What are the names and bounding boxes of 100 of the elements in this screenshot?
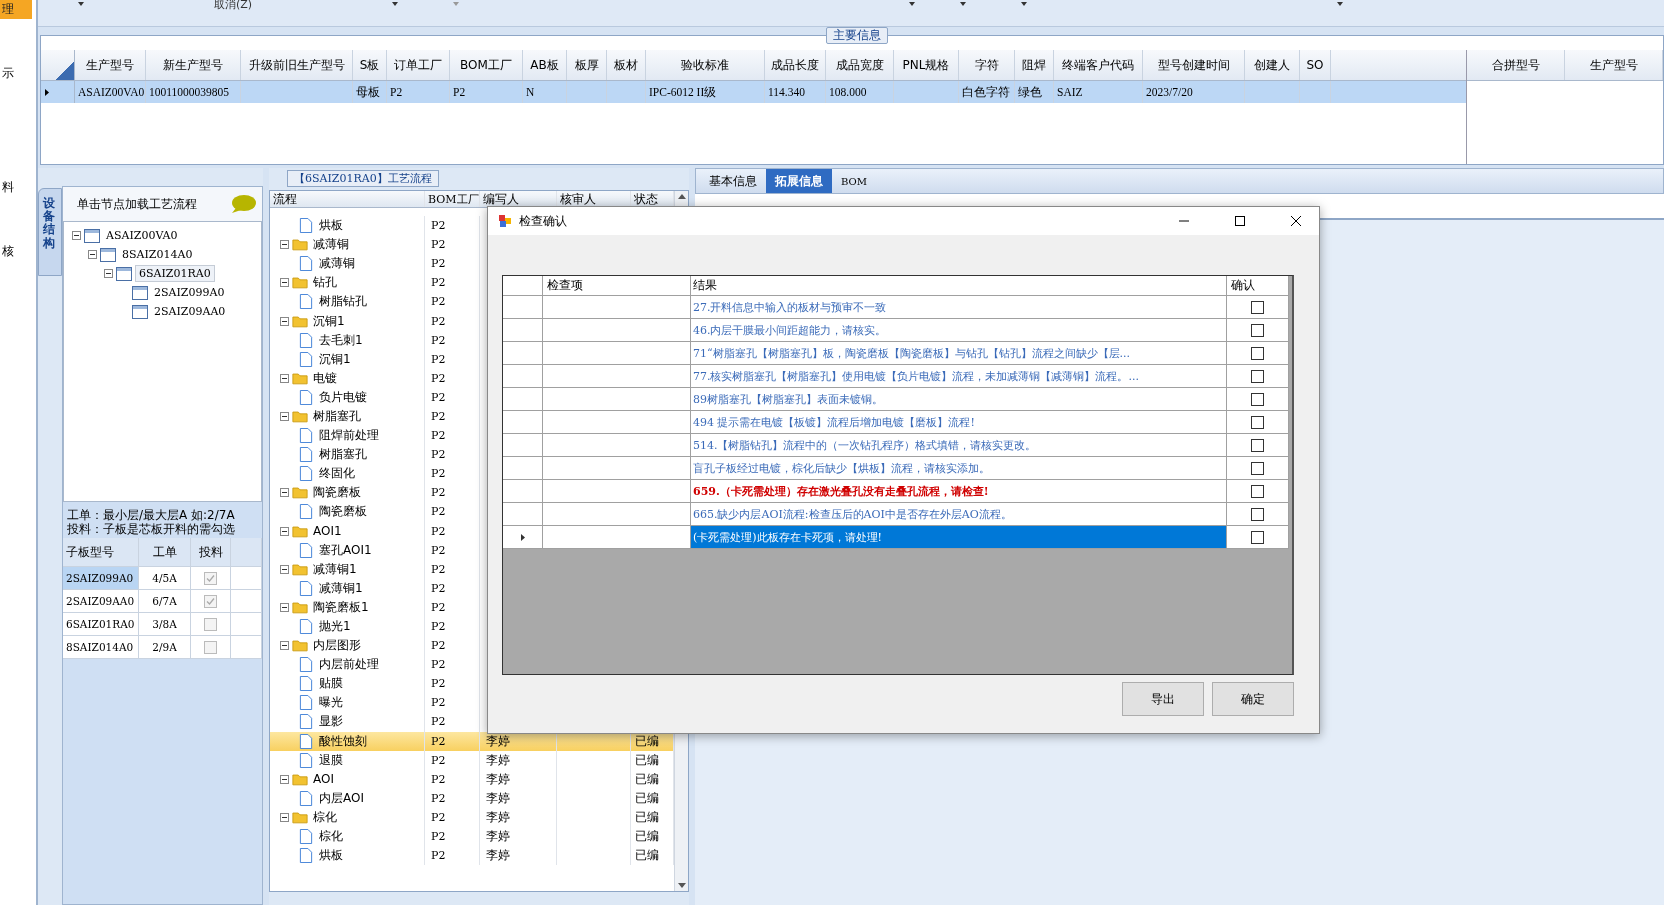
caret-icon[interactable] bbox=[909, 2, 916, 6]
column-header[interactable]: 投料 bbox=[191, 538, 231, 567]
maximize-icon[interactable] bbox=[1234, 215, 1246, 227]
checkbox[interactable] bbox=[204, 617, 217, 631]
column-header[interactable]: 阻焊 bbox=[1015, 50, 1054, 80]
nav-item[interactable]: 核 bbox=[0, 242, 16, 261]
collapse-icon[interactable] bbox=[104, 269, 113, 278]
table-row[interactable]: ASAIZ00VA0 10011000039805 母板 P2 P2 N IPC-6012 II级 114.340 108.000 白色字符 绿色 SAIZ 2023/7/20 bbox=[41, 81, 1466, 103]
tree-node[interactable]: 6SAIZ01RA0 bbox=[135, 265, 215, 282]
scroll-down-icon[interactable] bbox=[677, 883, 686, 888]
table-cell: P2 bbox=[425, 406, 480, 427]
dialog-button[interactable]: 确定 bbox=[1212, 682, 1294, 716]
column-header[interactable]: 成品宽度 bbox=[826, 50, 894, 80]
collapse-icon[interactable] bbox=[280, 240, 289, 250]
checkbox[interactable] bbox=[1251, 323, 1264, 337]
process-row[interactable]: AOI P2 李婷 已编 bbox=[270, 769, 674, 789]
column-header[interactable]: 工单 bbox=[139, 538, 191, 567]
column-header[interactable]: AB板 bbox=[523, 50, 567, 80]
tab[interactable]: 拓展信息 bbox=[766, 169, 832, 193]
column-header[interactable]: 字符 bbox=[959, 50, 1015, 80]
column-header[interactable]: 板厚 bbox=[567, 50, 607, 80]
collapse-icon[interactable] bbox=[280, 412, 289, 421]
column-header[interactable]: 生产型号 bbox=[1565, 50, 1663, 80]
caret-icon[interactable] bbox=[960, 2, 967, 6]
collapse-icon[interactable] bbox=[280, 774, 289, 784]
checkbox[interactable] bbox=[1251, 461, 1264, 475]
close-icon[interactable] bbox=[1290, 215, 1302, 227]
checkbox[interactable] bbox=[1251, 530, 1264, 544]
column-header[interactable]: 成品长度 bbox=[765, 50, 826, 80]
dialog-button[interactable]: 导出 bbox=[1122, 682, 1204, 716]
column-header[interactable]: 生产型号 bbox=[75, 50, 146, 80]
column-header[interactable]: PNL规格 bbox=[894, 50, 959, 80]
collapse-icon[interactable] bbox=[280, 278, 289, 288]
table-cell[interactable]: 2SAIZ099A0 bbox=[63, 567, 139, 590]
column-header[interactable]: 升级前旧生产型号 bbox=[241, 50, 353, 80]
checkbox[interactable] bbox=[204, 640, 217, 654]
collapse-icon[interactable] bbox=[280, 316, 289, 326]
tree-node[interactable]: 8SAIZ014A0 bbox=[119, 247, 196, 262]
table-cell[interactable]: 8SAIZ014A0 bbox=[63, 636, 139, 659]
column-header[interactable]: SO bbox=[1300, 50, 1331, 80]
process-row[interactable]: 棕化 P2 李婷 已编 bbox=[270, 827, 674, 847]
column-header[interactable]: 流程 bbox=[270, 191, 425, 207]
checkbox[interactable] bbox=[1251, 438, 1264, 452]
checkbox[interactable] bbox=[1251, 507, 1264, 521]
tab[interactable]: 基本信息 bbox=[700, 169, 766, 193]
nav-item[interactable]: 料 bbox=[0, 178, 16, 197]
document-icon bbox=[298, 619, 314, 634]
checkbox[interactable] bbox=[1251, 300, 1264, 314]
collapse-icon[interactable] bbox=[280, 641, 289, 651]
column-header[interactable]: 订单工厂 bbox=[387, 50, 450, 80]
tree-node[interactable]: 2SAIZ09AA0 bbox=[151, 304, 229, 319]
column-header[interactable]: BOM工厂 bbox=[425, 191, 480, 207]
checkbox[interactable] bbox=[1251, 346, 1264, 360]
collapse-icon[interactable] bbox=[72, 231, 81, 240]
process-row[interactable]: 棕化 P2 李婷 已编 bbox=[270, 807, 674, 827]
collapse-icon[interactable] bbox=[280, 564, 289, 574]
table-cell[interactable]: 2SAIZ09AA0 bbox=[63, 590, 139, 613]
process-row[interactable]: 退膜 P2 李婷 已编 bbox=[270, 750, 674, 770]
caret-icon[interactable] bbox=[392, 2, 399, 6]
collapse-icon[interactable] bbox=[280, 488, 289, 498]
caret-icon[interactable] bbox=[1337, 2, 1344, 6]
row-header[interactable] bbox=[503, 526, 543, 549]
column-header[interactable]: 型号创建时间 bbox=[1143, 50, 1245, 80]
checkbox[interactable] bbox=[1251, 415, 1264, 429]
checkbox[interactable] bbox=[1251, 484, 1264, 498]
checkbox[interactable] bbox=[204, 571, 217, 585]
collapse-icon[interactable] bbox=[280, 812, 289, 822]
document-icon bbox=[298, 351, 314, 367]
process-name: 负片电镀 bbox=[318, 388, 367, 406]
process-row[interactable]: 烘板 P2 李婷 已编 bbox=[270, 846, 674, 866]
document-icon bbox=[298, 657, 314, 673]
column-header[interactable]: 创建人 bbox=[1245, 50, 1300, 80]
process-row[interactable]: 酸性蚀刻 P2 李婷 已编 bbox=[270, 731, 674, 751]
column-header[interactable]: 验收标准 bbox=[646, 50, 765, 80]
scroll-up-icon[interactable] bbox=[677, 194, 686, 199]
caret-icon[interactable] bbox=[78, 2, 84, 6]
column-header[interactable]: S板 bbox=[353, 50, 387, 80]
collapse-icon[interactable] bbox=[280, 526, 289, 536]
result-cell[interactable]: (卡死需处理)此板存在卡死项，请处理! bbox=[691, 526, 1227, 549]
nav-item[interactable]: 理 bbox=[0, 0, 32, 19]
caret-icon[interactable] bbox=[1021, 2, 1028, 6]
column-header[interactable]: 终端客户代码 bbox=[1054, 50, 1143, 80]
column-header[interactable]: 板材 bbox=[607, 50, 646, 80]
tree-node[interactable]: ASAIZ00VA0 bbox=[103, 228, 181, 243]
tree-node[interactable]: 2SAIZ099A0 bbox=[151, 285, 228, 300]
collapse-icon[interactable] bbox=[88, 250, 97, 259]
checkbox[interactable] bbox=[1251, 369, 1264, 383]
column-header[interactable]: BOM工厂 bbox=[450, 50, 523, 80]
vertical-tab[interactable]: 设备结构 bbox=[38, 188, 62, 276]
collapse-icon[interactable] bbox=[280, 373, 289, 383]
process-name: AOI bbox=[312, 772, 334, 787]
tab[interactable]: BOM bbox=[832, 169, 876, 193]
checkbox[interactable] bbox=[204, 594, 217, 608]
process-row[interactable]: 内层AOI P2 李婷 已编 bbox=[270, 788, 674, 808]
collapse-icon[interactable] bbox=[280, 602, 289, 612]
table-cell[interactable]: 6SAIZ01RA0 bbox=[63, 613, 139, 636]
nav-item[interactable]: 示 bbox=[0, 64, 16, 83]
column-header[interactable]: 合拼型号 bbox=[1467, 50, 1565, 80]
column-header[interactable]: 新生产型号 bbox=[146, 50, 241, 80]
checkbox[interactable] bbox=[1251, 392, 1264, 406]
